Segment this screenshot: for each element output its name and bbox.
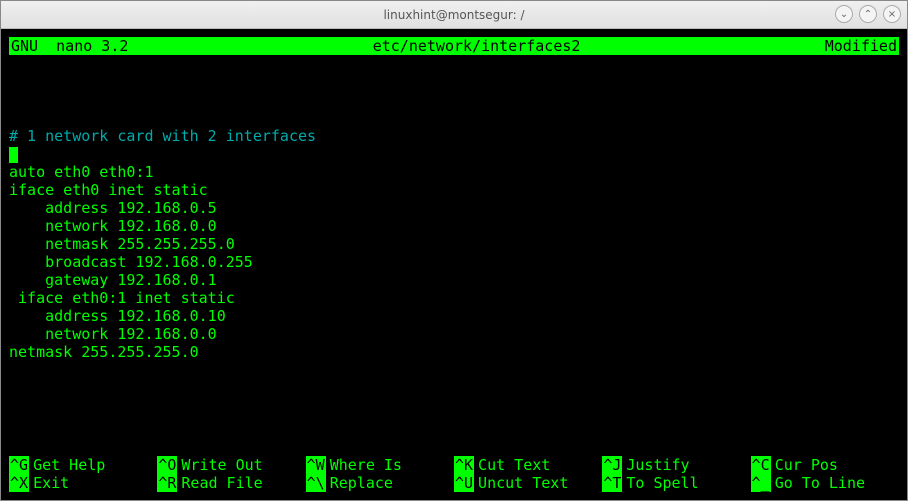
nano-filename: etc/network/interfaces2	[130, 37, 822, 55]
shortcut-key: ^W	[306, 456, 326, 474]
shortcut-get-help[interactable]: ^GGet Help	[9, 456, 157, 474]
shortcut-key: ^O	[157, 456, 177, 474]
shortcut-key: ^K	[454, 456, 474, 474]
shortcut-label: Exit	[29, 474, 69, 492]
shortcut-exit[interactable]: ^XExit	[9, 474, 157, 492]
terminal-body[interactable]: GNU nano 3.2 etc/network/interfaces2 Mod…	[1, 29, 907, 500]
nano-header-bar: GNU nano 3.2 etc/network/interfaces2 Mod…	[9, 37, 899, 55]
shortcut-write-out[interactable]: ^OWrite Out	[157, 456, 305, 474]
shortcut-key: ^X	[9, 474, 29, 492]
code-line: address 192.168.0.5	[9, 199, 217, 217]
shortcut-label: Cur Pos	[771, 456, 838, 474]
editor-content[interactable]: # 1 network card with 2 interfaces auto …	[5, 55, 903, 456]
window-title: linuxhint@montsegur: /	[383, 8, 524, 22]
terminal-window: linuxhint@montsegur: / ⌄ ⌃ × GNU nano 3.…	[0, 0, 908, 501]
shortcut-key: ^G	[9, 456, 29, 474]
shortcut-label: Replace	[326, 474, 393, 492]
shortcut-go-to-line[interactable]: ^_Go To Line	[751, 474, 899, 492]
window-titlebar[interactable]: linuxhint@montsegur: / ⌄ ⌃ ×	[1, 1, 907, 29]
code-line: address 192.168.0.10	[9, 307, 226, 325]
code-line: netmask 255.255.255.0	[9, 343, 199, 361]
shortcut-label: Write Out	[177, 456, 262, 474]
shortcut-key: ^C	[751, 456, 771, 474]
shortcut-label: Uncut Text	[474, 474, 568, 492]
code-line: network 192.168.0.0	[9, 217, 217, 235]
close-button[interactable]: ×	[883, 5, 901, 23]
shortcut-label: Justify	[622, 456, 689, 474]
shortcut-to-spell[interactable]: ^TTo Spell	[602, 474, 750, 492]
shortcut-key: ^U	[454, 474, 474, 492]
shortcut-key: ^\	[306, 474, 326, 492]
code-line: netmask 255.255.255.0	[9, 235, 235, 253]
code-line: gateway 192.168.0.1	[9, 271, 217, 289]
minimize-button[interactable]: ⌄	[835, 5, 853, 23]
shortcut-cur-pos[interactable]: ^CCur Pos	[751, 456, 899, 474]
shortcut-row-2: ^XExit ^RRead File ^\Replace ^UUncut Tex…	[9, 474, 899, 492]
code-line: auto eth0 eth0:1	[9, 163, 154, 181]
blank-line	[9, 73, 18, 91]
shortcut-where-is[interactable]: ^WWhere Is	[306, 456, 454, 474]
nano-version: GNU nano 3.2	[9, 37, 130, 55]
shortcut-label: Where Is	[326, 456, 402, 474]
shortcut-uncut-text[interactable]: ^UUncut Text	[454, 474, 602, 492]
code-line: iface eth0:1 inet static	[9, 289, 235, 307]
blank-line	[9, 91, 18, 109]
maximize-icon: ⌃	[864, 9, 872, 20]
blank-line	[9, 109, 18, 127]
maximize-button[interactable]: ⌃	[859, 5, 877, 23]
nano-status: Modified	[823, 37, 899, 55]
shortcut-read-file[interactable]: ^RRead File	[157, 474, 305, 492]
code-line: network 192.168.0.0	[9, 325, 217, 343]
comment-line: # 1 network card with 2 interfaces	[9, 127, 316, 145]
window-controls: ⌄ ⌃ ×	[835, 5, 901, 23]
shortcut-row-1: ^GGet Help ^OWrite Out ^WWhere Is ^KCut …	[9, 456, 899, 474]
shortcut-label: Get Help	[29, 456, 105, 474]
close-icon: ×	[888, 9, 896, 20]
shortcut-label: Go To Line	[771, 474, 865, 492]
shortcut-key: ^J	[602, 456, 622, 474]
code-line: broadcast 192.168.0.255	[9, 253, 253, 271]
shortcut-replace[interactable]: ^\Replace	[306, 474, 454, 492]
minimize-icon: ⌄	[840, 9, 848, 20]
shortcut-label: Cut Text	[474, 456, 550, 474]
shortcut-label: Read File	[177, 474, 262, 492]
shortcut-cut-text[interactable]: ^KCut Text	[454, 456, 602, 474]
text-cursor	[9, 147, 18, 163]
shortcut-justify[interactable]: ^JJustify	[602, 456, 750, 474]
shortcut-key: ^T	[602, 474, 622, 492]
shortcut-key: ^_	[751, 474, 771, 492]
shortcut-key: ^R	[157, 474, 177, 492]
nano-shortcuts: ^GGet Help ^OWrite Out ^WWhere Is ^KCut …	[5, 456, 903, 496]
code-line: iface eth0 inet static	[9, 181, 208, 199]
shortcut-label: To Spell	[622, 474, 698, 492]
